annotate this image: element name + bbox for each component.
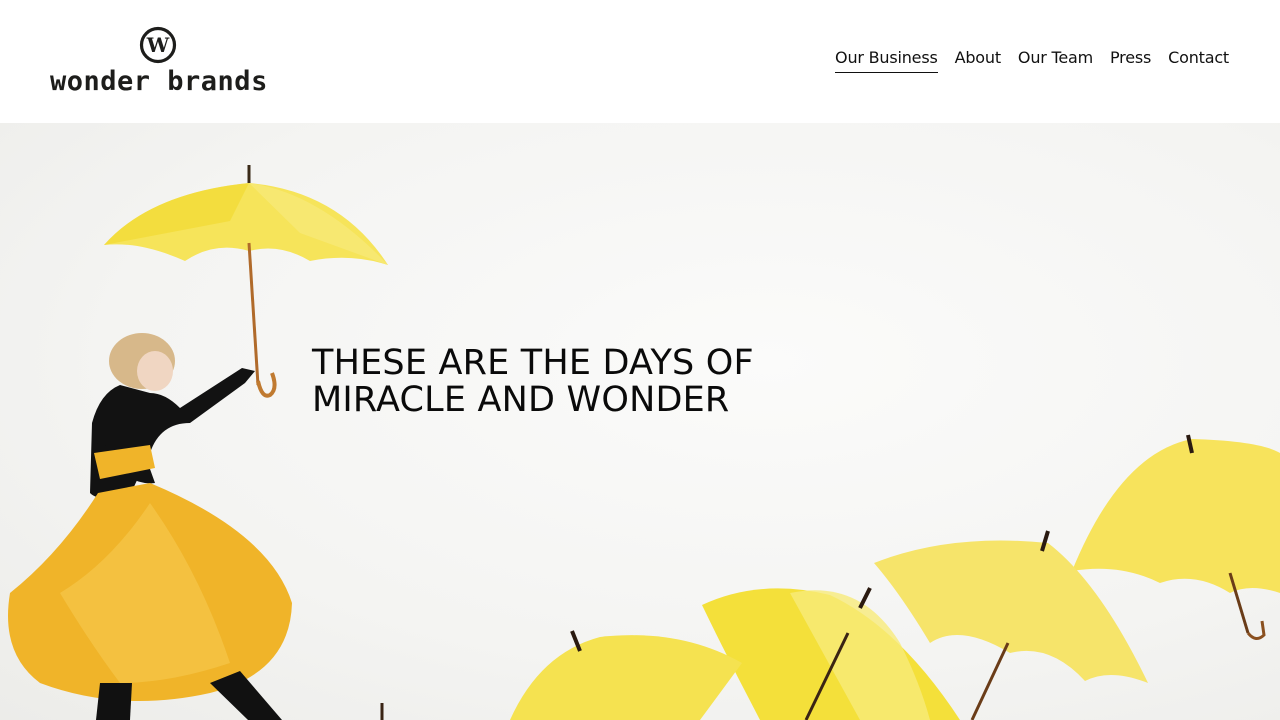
brand-mark-letter: W [146, 33, 170, 57]
hero-headline: THESE ARE THE DAYS OF MIRACLE AND WONDER [312, 345, 832, 419]
hero-headline-line-1: THESE ARE THE DAYS OF [312, 343, 754, 383]
brand-logo[interactable]: W wonder brands [50, 26, 276, 98]
site-header: W wonder brands Our Business About Our T… [0, 0, 1280, 123]
nav-item-press[interactable]: Press [1110, 47, 1151, 73]
page: W wonder brands Our Business About Our T… [0, 0, 1280, 720]
nav-item-our-team[interactable]: Our Team [1018, 47, 1093, 73]
woman-figure [8, 333, 292, 720]
brand-name: wonder brands [50, 66, 268, 97]
hero-headline-line-2: MIRACLE AND WONDER [312, 380, 730, 420]
umbrella-icon [510, 630, 742, 720]
nav-item-contact[interactable]: Contact [1168, 47, 1229, 73]
hero-image [8, 165, 1280, 720]
main-nav: Our Business About Our Team Press Contac… [835, 47, 1229, 73]
nav-item-our-business[interactable]: Our Business [835, 47, 938, 73]
hero-section: THESE ARE THE DAYS OF MIRACLE AND WONDER [0, 123, 1280, 720]
nav-item-about[interactable]: About [955, 47, 1002, 73]
brand-mark-icon: W [139, 26, 177, 64]
